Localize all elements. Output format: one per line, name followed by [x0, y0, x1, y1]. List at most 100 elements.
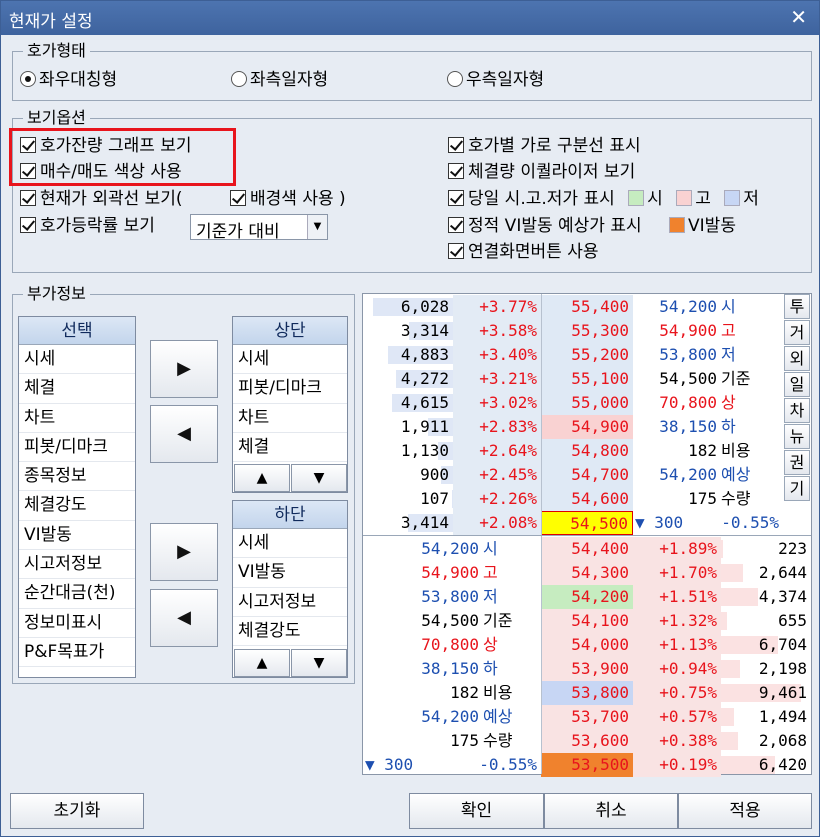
ask-rate: +3.02%	[453, 391, 541, 415]
list-item[interactable]: VI발동	[233, 558, 347, 588]
top-list-down-button[interactable]: ▼	[291, 464, 347, 492]
radio-icon[interactable]	[231, 71, 247, 87]
close-icon[interactable]: ✕	[790, 5, 807, 29]
ask-price: 54,900	[541, 415, 633, 439]
checkbox-icon[interactable]	[448, 163, 464, 179]
change-rate: -0.55%	[479, 755, 537, 774]
checkbox-icon[interactable]	[448, 243, 464, 259]
chevron-down-icon[interactable]: ▼	[307, 215, 327, 239]
list-item[interactable]: 피봇/디마크	[233, 374, 347, 404]
bid-price: 53,800	[541, 681, 633, 705]
list-item[interactable]: 차트	[19, 404, 135, 433]
change-rate: -0.55%	[721, 513, 779, 532]
settings-dialog: 현재가 설정 ✕ 호가형태 좌우대칭형 좌측일자형 우측일자형 보기옵션 호가잔…	[0, 0, 820, 837]
info-label: 수량	[483, 731, 513, 750]
bottom-list-up-button[interactable]: ▲	[234, 649, 290, 677]
info-label: 저	[483, 587, 498, 606]
change-amount: ▼ 300	[365, 755, 414, 774]
option-vi-price[interactable]: 정적 VI발동 예상가 표시 VI발동	[448, 215, 736, 237]
option-label: 배경색 사용 )	[250, 189, 346, 209]
hoga-type-group: 호가형태	[12, 41, 812, 101]
radio-left-aligned[interactable]: 좌측일자형	[231, 69, 328, 91]
color-swatch-high[interactable]	[676, 190, 693, 206]
info-label: 하	[721, 417, 736, 436]
orderbook-preview: 6,028 +3.77% 55,400 3,314 +3.58% 55,300 4,883 +…	[362, 293, 812, 777]
option-label: 연결화면버튼 사용	[468, 242, 599, 262]
move-to-bottom-button[interactable]: ▶	[150, 523, 218, 581]
bid-price: 54,400	[541, 537, 633, 561]
ask-qty: 3,314	[400, 321, 449, 340]
bid-price: 53,900	[541, 657, 633, 681]
apply-button[interactable]: 적용	[678, 793, 812, 829]
option-change-rate[interactable]: 호가등락률 보기	[20, 215, 155, 237]
remove-from-top-button[interactable]: ◀	[150, 405, 218, 463]
rate-basis-select[interactable]: 기준가 대비 ▼	[190, 214, 328, 242]
option-row-divider[interactable]: 호가별 가로 구분선 표시	[448, 135, 641, 157]
side-tab[interactable]: 거	[784, 320, 810, 345]
top-list-up-button[interactable]: ▲	[234, 464, 290, 492]
info-label: 고	[483, 563, 498, 582]
checkbox-icon[interactable]	[448, 190, 464, 206]
checkbox-icon[interactable]	[230, 190, 246, 206]
option-link-buttons[interactable]: 연결화면버튼 사용	[448, 241, 599, 263]
list-item[interactable]: 종목정보	[19, 462, 135, 492]
reset-button[interactable]: 초기화	[10, 793, 144, 829]
info-label: 상	[483, 635, 498, 654]
select-list[interactable]: 선택 시세 체결 차트 피봇/디마크 종목정보 체결강도 VI발동 시고저정보 …	[18, 316, 136, 678]
bid-price: 53,500	[541, 753, 633, 777]
list-item[interactable]: 체결	[233, 433, 347, 463]
color-swatch-low[interactable]	[724, 190, 741, 206]
checkbox-icon[interactable]	[448, 137, 464, 153]
ok-button[interactable]: 확인	[409, 793, 544, 829]
bid-rate: +1.89%	[633, 537, 721, 561]
bid-qty: 2,644	[758, 563, 807, 582]
info-value: 54,900	[421, 563, 479, 582]
side-tab[interactable]: 기	[784, 476, 810, 501]
radio-right-aligned[interactable]: 우측일자형	[447, 69, 544, 91]
list-item[interactable]: 체결강도	[233, 617, 347, 647]
list-item[interactable]: VI발동	[19, 521, 135, 551]
list-item[interactable]: 체결강도	[19, 491, 135, 521]
side-tab[interactable]: 차	[784, 398, 810, 423]
side-tab[interactable]: 투	[784, 294, 810, 319]
list-item[interactable]: 정보미표시	[19, 609, 135, 638]
bottom-list-down-button[interactable]: ▼	[291, 649, 347, 677]
side-tab[interactable]: 뉴	[784, 424, 810, 449]
move-to-top-button[interactable]: ▶	[150, 340, 218, 398]
option-bg-color[interactable]: 배경색 사용 )	[230, 188, 346, 210]
side-tab[interactable]: 외	[784, 346, 810, 371]
list-item[interactable]: 시세	[233, 529, 347, 559]
list-item[interactable]: 시고저정보	[233, 588, 347, 617]
radio-icon[interactable]	[447, 71, 463, 87]
checkbox-icon[interactable]	[20, 190, 36, 206]
radio-symmetric[interactable]: 좌우대칭형	[20, 69, 117, 91]
color-swatch-vi[interactable]	[669, 217, 686, 233]
list-item[interactable]: 피봇/디마크	[19, 433, 135, 463]
bid-qty: 6,704	[758, 635, 807, 654]
option-price-outline[interactable]: 현재가 외곽선 보기(	[20, 188, 183, 210]
side-tab[interactable]: 권	[784, 450, 810, 475]
ask-rate: +3.40%	[453, 343, 541, 367]
list-item[interactable]: 시세	[19, 345, 135, 375]
list-item[interactable]: 차트	[233, 404, 347, 433]
bid-price: 53,600	[541, 729, 633, 753]
side-tab[interactable]: 일	[784, 372, 810, 397]
ask-rate: +3.77%	[453, 295, 541, 319]
checkbox-icon[interactable]	[448, 217, 464, 233]
color-swatch-open[interactable]	[628, 190, 645, 206]
list-item[interactable]: 체결	[19, 374, 135, 404]
list-item[interactable]: 시세	[233, 345, 347, 375]
remove-from-bottom-button[interactable]: ◀	[150, 589, 218, 647]
list-item[interactable]: 시고저정보	[19, 550, 135, 580]
radio-icon[interactable]	[20, 71, 36, 87]
option-equalizer[interactable]: 체결량 이퀄라이저 보기	[448, 161, 635, 183]
ask-price: 55,400	[541, 295, 633, 319]
swatch-label: 저	[743, 189, 759, 209]
select-list-header: 선택	[19, 317, 135, 345]
list-item[interactable]: 순간대금(천)	[19, 579, 135, 609]
grid-divider	[363, 535, 811, 536]
option-ohl-display[interactable]: 당일 시.고.저가 표시 시 고 저	[448, 188, 759, 210]
list-item[interactable]: P&F목표가	[19, 638, 135, 668]
checkbox-icon[interactable]	[20, 217, 36, 233]
cancel-button[interactable]: 취소	[544, 793, 678, 829]
